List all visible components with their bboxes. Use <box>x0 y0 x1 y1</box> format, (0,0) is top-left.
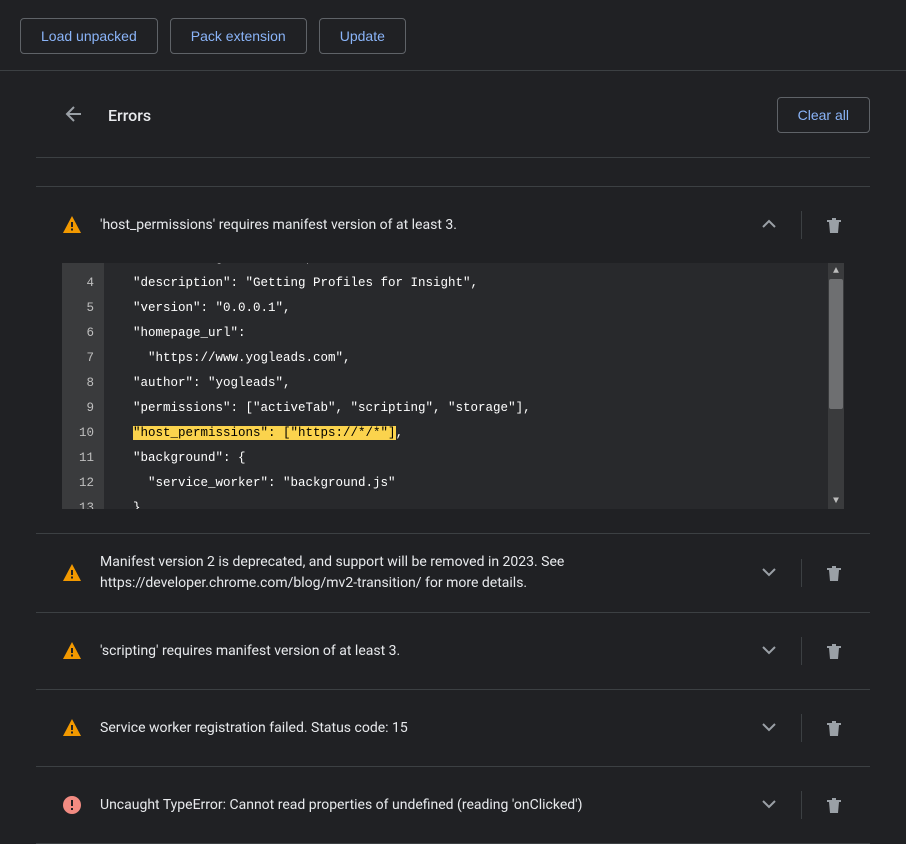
page-header: Errors Clear all <box>36 91 870 157</box>
code-line: "name": "Yog - Hire360", <box>118 263 531 271</box>
trash-icon[interactable] <box>814 785 854 825</box>
code-line: "permissions": ["activeTab", "scripting"… <box>118 396 531 421</box>
code-line: "homepage_url": <box>118 321 531 346</box>
code-line: "author": "yogleads", <box>118 371 531 396</box>
scrollbar[interactable]: ▲▼ <box>828 263 844 509</box>
code-line: "version": "0.0.0.1", <box>118 296 531 321</box>
trash-icon[interactable] <box>814 553 854 593</box>
code-line: "host_permissions": ["https://*/*"], <box>118 421 531 446</box>
toolbar: Load unpacked Pack extension Update <box>0 0 906 71</box>
scroll-thumb[interactable] <box>829 279 843 409</box>
pack-extension-button[interactable]: Pack extension <box>170 18 307 54</box>
scroll-down-icon[interactable]: ▼ <box>828 493 844 509</box>
error-item: Manifest version 2 is deprecated, and su… <box>36 534 870 612</box>
chevron-down-icon[interactable] <box>749 785 789 825</box>
separator <box>801 714 802 742</box>
error-item-header[interactable]: 'host_permissions' requires manifest ver… <box>44 187 862 263</box>
warning-icon <box>62 563 82 583</box>
separator <box>801 791 802 819</box>
error-item: 'scripting' requires manifest version of… <box>36 613 870 689</box>
back-arrow-icon[interactable] <box>62 104 84 126</box>
warning-icon <box>62 641 82 661</box>
error-message: 'host_permissions' requires manifest ver… <box>100 215 731 236</box>
update-button[interactable]: Update <box>319 18 406 54</box>
chevron-down-icon[interactable] <box>749 553 789 593</box>
trash-icon[interactable] <box>814 708 854 748</box>
chevron-down-icon[interactable] <box>749 631 789 671</box>
error-item-header[interactable]: Manifest version 2 is deprecated, and su… <box>44 534 862 612</box>
chevron-up-icon[interactable] <box>749 205 789 245</box>
error-item: 'host_permissions' requires manifest ver… <box>36 187 870 533</box>
error-item-header[interactable]: Service worker registration failed. Stat… <box>44 690 862 766</box>
error-message: 'scripting' requires manifest version of… <box>100 641 731 662</box>
chevron-down-icon[interactable] <box>749 708 789 748</box>
errors-list: 'host_permissions' requires manifest ver… <box>36 187 870 844</box>
code-line: "description": "Getting Profiles for Ins… <box>118 271 531 296</box>
scroll-up-icon[interactable]: ▲ <box>828 263 844 279</box>
error-message: Service worker registration failed. Stat… <box>100 718 731 739</box>
warning-icon <box>62 718 82 738</box>
error-icon <box>62 795 82 815</box>
trash-icon[interactable] <box>814 205 854 245</box>
separator <box>801 211 802 239</box>
trash-icon[interactable] <box>814 631 854 671</box>
code-line: } <box>118 496 531 509</box>
error-item-header[interactable]: Uncaught TypeError: Cannot read properti… <box>44 767 862 843</box>
warning-icon <box>62 215 82 235</box>
clear-all-button[interactable]: Clear all <box>777 97 870 133</box>
separator <box>801 559 802 587</box>
code-line: "service_worker": "background.js" <box>118 471 531 496</box>
code-lines: "name": "Yog - Hire360", "description": … <box>104 263 531 509</box>
code-panel: 345678910111213 "name": "Yog - Hire360",… <box>62 263 844 509</box>
error-message: Manifest version 2 is deprecated, and su… <box>100 552 731 594</box>
code-line: "https://www.yogleads.com", <box>118 346 531 371</box>
error-message: Uncaught TypeError: Cannot read properti… <box>100 795 731 816</box>
load-unpacked-button[interactable]: Load unpacked <box>20 18 158 54</box>
line-gutter: 345678910111213 <box>62 263 104 509</box>
page-title: Errors <box>108 106 753 125</box>
separator <box>801 637 802 665</box>
error-item-header[interactable]: 'scripting' requires manifest version of… <box>44 613 862 689</box>
error-item: Uncaught TypeError: Cannot read properti… <box>36 767 870 843</box>
error-item: Service worker registration failed. Stat… <box>36 690 870 766</box>
code-line: "background": { <box>118 446 531 471</box>
